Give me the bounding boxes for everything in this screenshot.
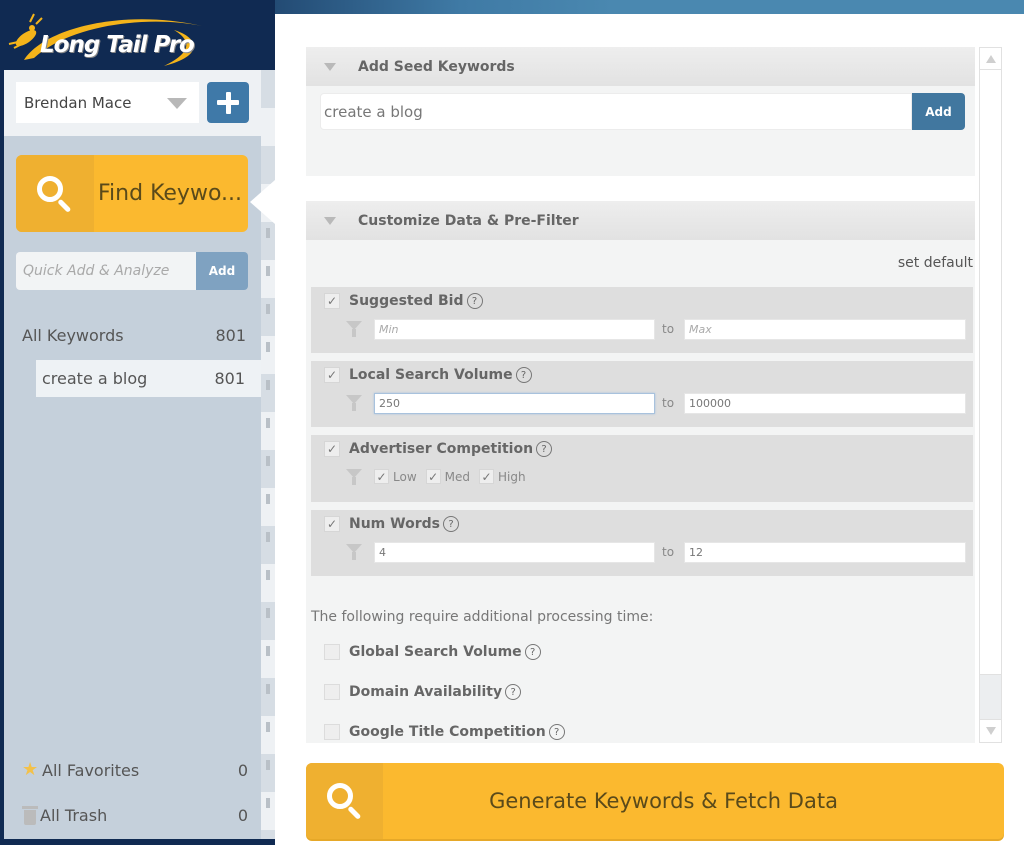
filter-label: Num Words — [349, 516, 440, 532]
seed-add-button[interactable]: Add — [912, 93, 965, 130]
add-project-button[interactable] — [207, 82, 249, 123]
suggested-bid-min-input[interactable] — [374, 319, 655, 340]
help-icon[interactable]: ? — [466, 293, 483, 309]
google-title-competition-checkbox[interactable] — [324, 724, 340, 740]
generate-keywords-label: Generate Keywords & Fetch Data — [489, 789, 838, 813]
range-to-label: to — [662, 396, 675, 410]
customize-section-header[interactable]: Customize Data & Pre-Filter — [306, 201, 975, 240]
filter-local-search-volume: ✓ Local Search Volume ? to — [311, 361, 973, 427]
processing-note: The following require additional process… — [311, 609, 654, 625]
collapse-triangle-icon — [324, 216, 336, 225]
sidebar-top: Brendan Mace — [4, 70, 261, 136]
quick-add-form: Add — [16, 252, 248, 290]
user-select[interactable]: Brendan Mace — [16, 82, 199, 123]
trash-icon — [22, 805, 38, 825]
suggested-bid-checkbox[interactable]: ✓ — [324, 293, 340, 309]
help-icon[interactable]: ? — [515, 367, 532, 383]
range-to-label: to — [662, 545, 675, 559]
quick-add-button[interactable]: Add — [196, 252, 248, 290]
find-keywords-label: Find Keywo... — [98, 181, 242, 206]
arrow-down-icon — [985, 727, 996, 735]
sidebar-item-count: 0 — [237, 760, 248, 780]
scroll-thumb[interactable] — [980, 674, 1001, 720]
global-search-volume-checkbox[interactable] — [324, 644, 340, 660]
search-icon — [325, 781, 365, 821]
find-keywords-panel: Add Seed Keywords Add Customize Data & P… — [250, 14, 1024, 845]
num-words-max-input[interactable] — [684, 542, 966, 563]
logo: Long Tail Pro — [4, 8, 204, 68]
competition-high-checkbox[interactable]: ✓ — [479, 469, 494, 484]
filter-label: Suggested Bid — [349, 293, 464, 309]
user-select-value: Brendan Mace — [24, 93, 132, 112]
sidebar-item-favorites[interactable]: ★ All Favorites 0 — [22, 756, 248, 784]
sidebar-item-label: All Favorites — [42, 760, 140, 780]
arrow-up-icon — [985, 54, 996, 63]
range-to-label: to — [662, 322, 675, 336]
seed-keyword-input[interactable] — [320, 93, 912, 130]
sidebar-item-label: All Trash — [40, 805, 108, 825]
option-google-title-competition[interactable]: Google Title Competition ? — [324, 724, 565, 740]
sidebar-item-all-keywords[interactable]: All Keywords 801 — [22, 320, 246, 350]
filter-suggested-bid: ✓ Suggested Bid ? to — [311, 287, 973, 353]
num-words-checkbox[interactable]: ✓ — [324, 516, 340, 532]
seed-section-title: Add Seed Keywords — [358, 58, 515, 75]
scroll-up-button[interactable] — [980, 48, 1001, 70]
sidebar: Brendan Mace Find Keywo... Add All Keywo… — [4, 70, 261, 839]
help-icon[interactable]: ? — [548, 724, 565, 740]
filter-label: Local Search Volume — [349, 367, 513, 383]
sidebar-item-trash[interactable]: All Trash 0 — [22, 801, 248, 829]
sidebar-item-count: 801 — [214, 369, 245, 388]
generate-keywords-button[interactable]: Generate Keywords & Fetch Data — [306, 763, 1004, 839]
customize-section-title: Customize Data & Pre-Filter — [358, 212, 579, 229]
competition-low-checkbox[interactable]: ✓ — [374, 469, 389, 484]
suggested-bid-max-input[interactable] — [684, 319, 966, 340]
num-words-min-input[interactable] — [374, 542, 655, 563]
competition-med-checkbox[interactable]: ✓ — [425, 469, 441, 484]
star-icon: ★ — [22, 759, 39, 780]
local-search-volume-min-input[interactable] — [374, 393, 655, 414]
filter-num-words: ✓ Num Words ? to — [311, 510, 973, 576]
sidebar-item-create-a-blog[interactable]: create a blog 801 — [36, 360, 261, 397]
help-icon[interactable]: ? — [505, 684, 522, 700]
sidebar-item-label: create a blog — [42, 369, 148, 388]
help-icon[interactable]: ? — [536, 441, 553, 457]
filter-advertiser-competition: ✓ Advertiser Competition ? ✓ Low ✓ Med ✓… — [311, 435, 973, 502]
sidebar-item-label: All Keywords — [22, 325, 124, 345]
logo-text: Long Tail Pro — [40, 32, 195, 58]
search-icon — [35, 174, 75, 214]
collapse-triangle-icon — [324, 62, 336, 71]
sidebar-item-count: 0 — [237, 805, 248, 825]
panel-scroll-area: Add Seed Keywords Add Customize Data & P… — [306, 47, 975, 743]
competition-low-option[interactable]: ✓ Low — [374, 469, 417, 484]
local-search-volume-checkbox[interactable]: ✓ — [324, 367, 340, 383]
option-global-search-volume[interactable]: Global Search Volume ? — [324, 644, 541, 660]
find-keywords-button[interactable]: Find Keywo... — [16, 155, 248, 232]
local-search-volume-max-input[interactable] — [684, 393, 966, 414]
competition-high-option[interactable]: ✓ High — [479, 469, 526, 484]
seed-section-header[interactable]: Add Seed Keywords — [306, 47, 975, 86]
domain-availability-checkbox[interactable] — [324, 684, 340, 700]
panel-scrollbar[interactable] — [979, 47, 1002, 743]
quick-add-input[interactable] — [16, 252, 196, 290]
popover-pointer — [250, 180, 275, 224]
set-default-link[interactable]: set default — [898, 255, 973, 271]
option-domain-availability[interactable]: Domain Availability ? — [324, 684, 522, 700]
help-icon[interactable]: ? — [524, 644, 541, 660]
filter-label: Advertiser Competition — [349, 441, 534, 457]
scroll-down-button[interactable] — [980, 720, 1001, 742]
help-icon[interactable]: ? — [442, 516, 459, 532]
competition-med-option[interactable]: ✓ Med — [425, 469, 470, 484]
chevron-down-icon — [167, 98, 187, 109]
advertiser-competition-checkbox[interactable]: ✓ — [324, 441, 340, 457]
sidebar-item-count: 801 — [215, 325, 246, 345]
